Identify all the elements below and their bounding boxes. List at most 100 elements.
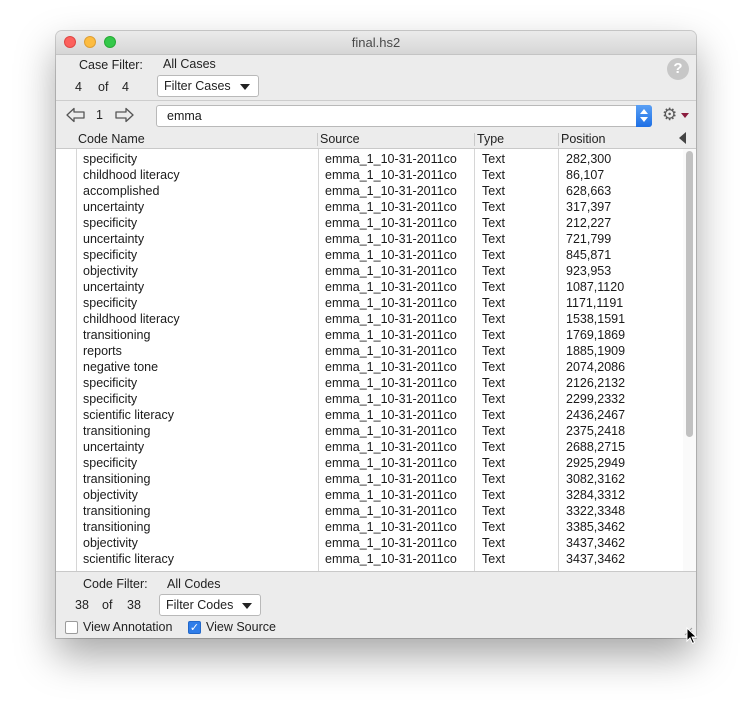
cell-source: emma_1_10-31-2011co: [325, 168, 457, 182]
table-row[interactable]: specificity emma_1_10-31-2011co Text 2126,2…: [56, 375, 696, 391]
cell-source: emma_1_10-31-2011co: [325, 472, 457, 486]
cell-position: 3385,3462: [566, 520, 626, 534]
table-row[interactable]: transitioning emma_1_10-31-2011co Text 2375…: [56, 423, 696, 439]
cell-source: emma_1_10-31-2011co: [325, 280, 457, 294]
cell-code-name: specificity: [83, 456, 138, 470]
combo-stepper-icon[interactable]: [636, 105, 652, 127]
table-row[interactable]: specificity emma_1_10-31-2011co Text 212,22…: [56, 215, 696, 231]
cell-source: emma_1_10-31-2011co: [325, 200, 457, 214]
cell-type: Text: [482, 248, 505, 262]
cell-position: 3284,3312: [566, 488, 626, 502]
collapse-panel-icon[interactable]: [679, 132, 686, 144]
table-row[interactable]: uncertainty emma_1_10-31-2011co Text 317,39…: [56, 199, 696, 215]
table-row[interactable]: scientific literacy emma_1_10-31-2011co Te…: [56, 551, 696, 567]
cell-code-name: scientific literacy: [83, 408, 174, 422]
codes-table[interactable]: specificity emma_1_10-31-2011co Text 282,30…: [56, 148, 696, 572]
table-row[interactable]: childhood literacy emma_1_10-31-2011co Tex…: [56, 167, 696, 183]
filter-cases-dropdown[interactable]: Filter Cases: [157, 75, 259, 97]
column-header-type[interactable]: Type: [477, 132, 504, 146]
table-row[interactable]: transitioning emma_1_10-31-2011co Text 3385…: [56, 519, 696, 535]
table-row[interactable]: specificity emma_1_10-31-2011co Text 2299,2…: [56, 391, 696, 407]
cell-type: Text: [482, 488, 505, 502]
cell-type: Text: [482, 456, 505, 470]
table-row[interactable]: specificity emma_1_10-31-2011co Text 282,30…: [56, 151, 696, 167]
table-row[interactable]: childhood literacy emma_1_10-31-2011co Tex…: [56, 311, 696, 327]
cell-source: emma_1_10-31-2011co: [325, 456, 457, 470]
view-source-checkbox[interactable]: ✓: [188, 621, 201, 634]
table-row[interactable]: scientific literacy emma_1_10-31-2011co Te…: [56, 407, 696, 423]
column-header-code-name[interactable]: Code Name: [78, 132, 145, 146]
table-row[interactable]: negative tone emma_1_10-31-2011co Text 2074…: [56, 359, 696, 375]
cell-code-name: uncertainty: [83, 440, 145, 454]
table-row[interactable]: reports emma_1_10-31-2011co Text 1885,1909: [56, 343, 696, 359]
table-row[interactable]: transitioning emma_1_10-31-2011co Text 1769…: [56, 327, 696, 343]
table-row[interactable]: specificity emma_1_10-31-2011co Text 845,87…: [56, 247, 696, 263]
cell-position: 3322,3348: [566, 504, 626, 518]
table-row[interactable]: objectivity emma_1_10-31-2011co Text 3284,3…: [56, 487, 696, 503]
column-header-position[interactable]: Position: [561, 132, 605, 146]
help-icon[interactable]: ?: [667, 58, 689, 80]
vertical-scrollbar[interactable]: [683, 149, 696, 571]
table-row[interactable]: specificity emma_1_10-31-2011co Text 1171,1…: [56, 295, 696, 311]
table-row[interactable]: uncertainty emma_1_10-31-2011co Text 721,79…: [56, 231, 696, 247]
cell-code-name: specificity: [83, 392, 138, 406]
column-header-source[interactable]: Source: [320, 132, 360, 146]
cell-type: Text: [482, 152, 505, 166]
cell-code-name: uncertainty: [83, 280, 145, 294]
scrollbar-thumb[interactable]: [686, 151, 693, 437]
source-combo-box[interactable]: emma: [156, 105, 652, 127]
cell-source: emma_1_10-31-2011co: [325, 232, 457, 246]
cell-position: 2299,2332: [566, 392, 626, 406]
cell-type: Text: [482, 184, 505, 198]
case-filter-value: All Cases: [163, 57, 216, 71]
cell-code-name: objectivity: [83, 488, 138, 502]
forward-arrow-icon[interactable]: [114, 107, 134, 123]
table-row[interactable]: uncertainty emma_1_10-31-2011co Text 2688,2…: [56, 439, 696, 455]
cell-type: Text: [482, 520, 505, 534]
filter-cases-label: Filter Cases: [164, 79, 231, 93]
view-source-label[interactable]: View Source: [206, 620, 276, 634]
table-row[interactable]: transitioning emma_1_10-31-2011co Text 3082…: [56, 471, 696, 487]
cell-type: Text: [482, 216, 505, 230]
cell-code-name: objectivity: [83, 264, 138, 278]
view-annotation-label[interactable]: View Annotation: [83, 620, 172, 634]
table-row[interactable]: transitioning emma_1_10-31-2011co Text 3322…: [56, 503, 696, 519]
cell-type: Text: [482, 200, 505, 214]
filter-codes-dropdown[interactable]: Filter Codes: [159, 594, 261, 616]
column-divider: [317, 133, 318, 146]
chevron-down-icon: [242, 603, 252, 609]
title-bar[interactable]: final.hs2: [56, 31, 696, 55]
gear-icon[interactable]: ⚙: [662, 105, 677, 125]
column-divider: [474, 133, 475, 146]
back-arrow-icon[interactable]: [66, 107, 86, 123]
cell-source: emma_1_10-31-2011co: [325, 488, 457, 502]
cell-position: 1885,1909: [566, 344, 626, 358]
table-row[interactable]: objectivity emma_1_10-31-2011co Text 923,95…: [56, 263, 696, 279]
cell-code-name: specificity: [83, 152, 138, 166]
cell-code-name: specificity: [83, 216, 138, 230]
case-count: 4: [75, 80, 82, 94]
table-row[interactable]: objectivity emma_1_10-31-2011co Text 3437,3…: [56, 535, 696, 551]
gear-menu-caret-icon[interactable]: [681, 113, 689, 118]
column-divider: [558, 133, 559, 146]
cell-type: Text: [482, 360, 505, 374]
cell-position: 212,227: [566, 216, 612, 230]
cell-source: emma_1_10-31-2011co: [325, 296, 457, 310]
cell-code-name: specificity: [83, 376, 138, 390]
cell-code-name: specificity: [83, 248, 138, 262]
cell-position: 3082,3162: [566, 472, 626, 486]
cell-position: 282,300: [566, 152, 612, 166]
cell-position: 1769,1869: [566, 328, 626, 342]
cell-position: 721,799: [566, 232, 612, 246]
cell-code-name: uncertainty: [83, 200, 145, 214]
cell-source: emma_1_10-31-2011co: [325, 552, 457, 566]
view-annotation-checkbox[interactable]: [65, 621, 78, 634]
cell-source: emma_1_10-31-2011co: [325, 424, 457, 438]
cell-type: Text: [482, 264, 505, 278]
table-row[interactable]: specificity emma_1_10-31-2011co Text 2925,2…: [56, 455, 696, 471]
cell-type: Text: [482, 392, 505, 406]
cell-source: emma_1_10-31-2011co: [325, 440, 457, 454]
cell-code-name: transitioning: [83, 472, 151, 486]
table-row[interactable]: accomplished emma_1_10-31-2011co Text 628,6…: [56, 183, 696, 199]
table-row[interactable]: uncertainty emma_1_10-31-2011co Text 1087,1…: [56, 279, 696, 295]
